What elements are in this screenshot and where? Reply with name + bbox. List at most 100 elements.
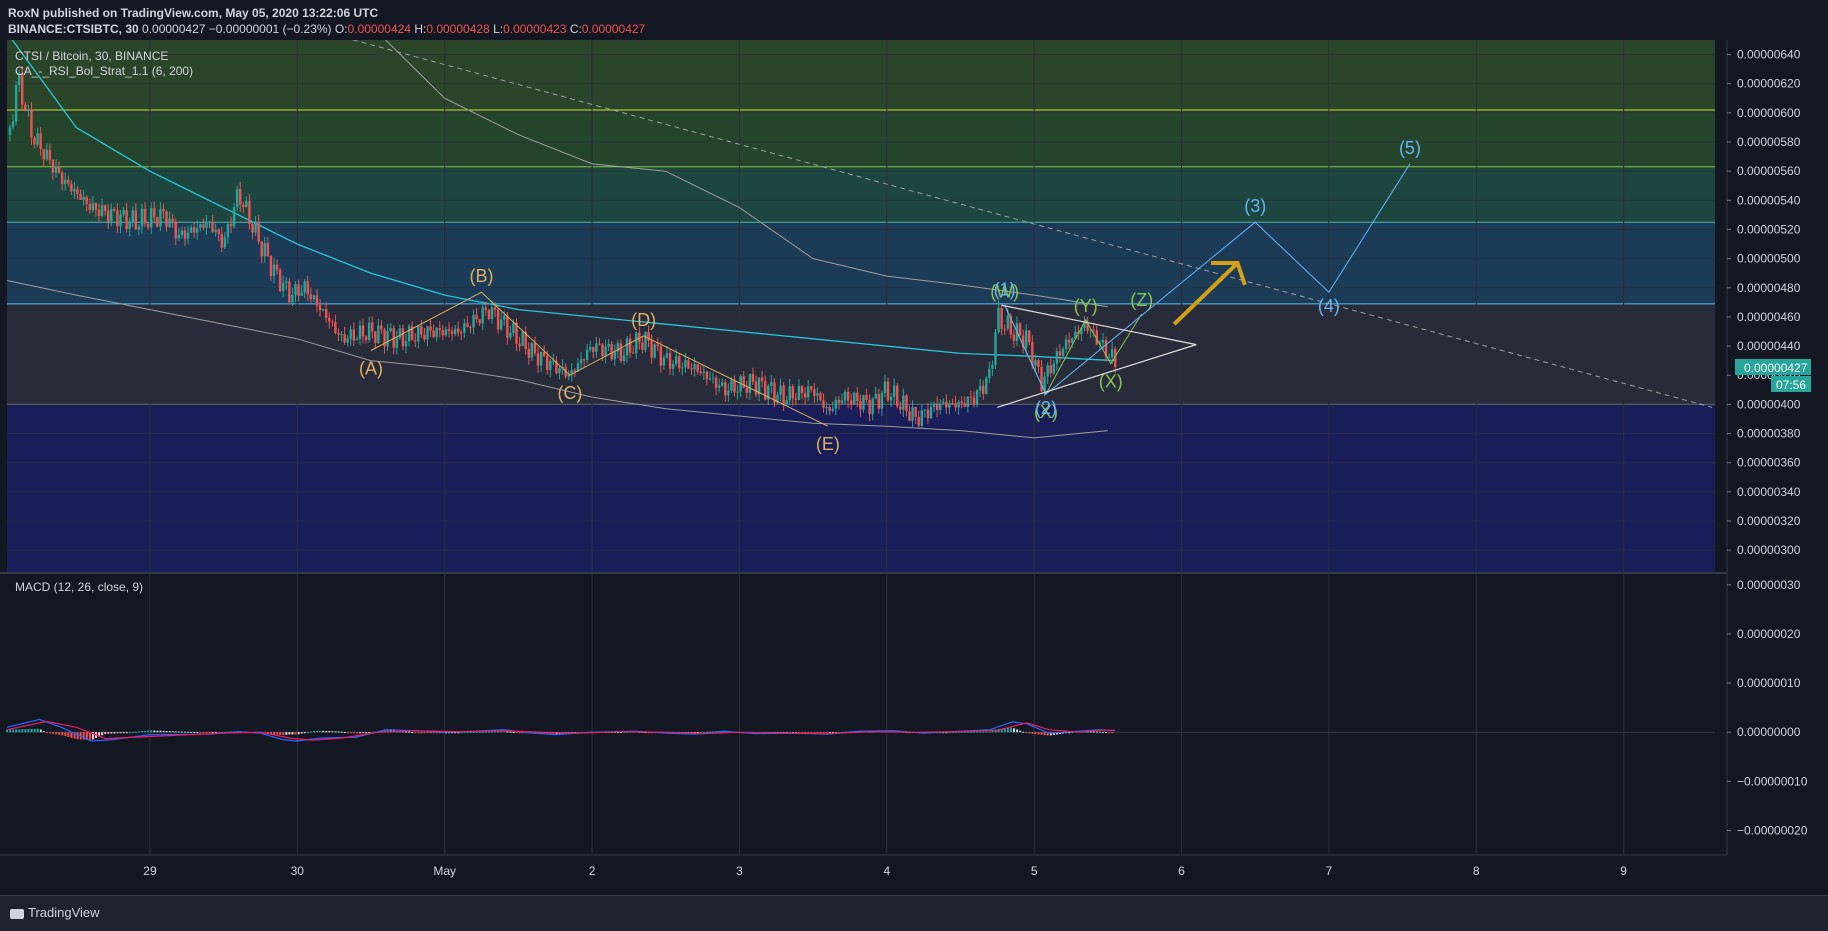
- macd-histogram-bar: [162, 730, 165, 733]
- macd-legend[interactable]: MACD (12, 26, close, 9): [15, 580, 143, 594]
- macd-histogram-bar: [365, 732, 368, 734]
- macd-histogram-bar: [825, 732, 828, 734]
- candle-body: [414, 340, 417, 342]
- candle-body: [453, 328, 457, 334]
- candle-body: [352, 329, 356, 341]
- macd-histogram-bar: [165, 730, 168, 733]
- macd-histogram-bar: [497, 731, 500, 733]
- candle-body: [598, 343, 601, 345]
- candle-body: [733, 380, 736, 393]
- macd-histogram-bar: [174, 731, 177, 733]
- macd-histogram-bar: [1006, 727, 1009, 733]
- time-tick-label: 29: [143, 864, 157, 878]
- candle-body: [134, 210, 138, 230]
- candle-body: [122, 209, 125, 215]
- candle-body: [110, 208, 113, 222]
- candle-body: [1101, 340, 1105, 343]
- candle-body: [281, 282, 285, 292]
- candle-body: [905, 395, 908, 412]
- candle-body: [518, 343, 521, 346]
- candle-body: [36, 133, 39, 145]
- zone-band: [7, 222, 1715, 304]
- candle-body: [57, 166, 61, 173]
- macd-histogram-bar: [423, 732, 426, 734]
- candle-body: [788, 386, 791, 401]
- symbol-label[interactable]: BINANCE:CTSIBTC, 30: [8, 22, 139, 36]
- candle-body: [472, 314, 475, 328]
- macd-histogram-bar: [349, 732, 352, 734]
- candle-body: [331, 321, 334, 323]
- macd-histogram-bar: [472, 732, 475, 734]
- tradingview-logo[interactable]: TradingView: [10, 905, 100, 920]
- macd-histogram-bar: [18, 729, 21, 733]
- candle-body: [223, 237, 227, 248]
- candle-body: [972, 397, 976, 405]
- candle-body: [978, 385, 982, 391]
- candle-body: [644, 331, 647, 350]
- candle-body: [1058, 351, 1062, 356]
- macd-histogram-bar: [208, 732, 211, 734]
- macd-histogram-bar: [1025, 732, 1028, 734]
- indicator-legend[interactable]: CA_-_RSI_Bol_Strat_1.1 (6, 200): [15, 64, 193, 78]
- candle-body: [889, 396, 893, 401]
- candle-body: [926, 409, 930, 419]
- candle-body: [490, 307, 494, 320]
- candle-body: [463, 323, 466, 333]
- candle-body: [257, 221, 260, 242]
- macd-histogram-bar: [322, 730, 325, 733]
- macd-histogram-bar: [141, 731, 144, 733]
- macd-pane: [6, 718, 1715, 742]
- macd-histogram-bar: [1098, 731, 1101, 733]
- macd-histogram-bar: [356, 732, 358, 734]
- macd-histogram-bar: [328, 731, 331, 733]
- candle-body: [300, 292, 303, 296]
- candle-body: [641, 342, 644, 350]
- candle-body: [840, 400, 844, 403]
- candle-body: [527, 348, 531, 358]
- candle-body: [892, 385, 896, 397]
- candle-body: [196, 227, 199, 233]
- chart-canvas[interactable]: (A)(B)(C)(D)(E)(W)(X)(Y)(X)(Z)(1)(2)(3)(…: [0, 40, 1828, 895]
- macd-histogram-bar: [491, 731, 494, 733]
- candle-body: [1071, 338, 1074, 343]
- chart-legend-title[interactable]: CTSI / Bitcoin, 30, BINANCE: [15, 49, 168, 63]
- macd-histogram-bar: [101, 732, 104, 736]
- candle-body: [806, 386, 810, 398]
- candle-body: [103, 205, 107, 211]
- candle-body: [754, 381, 758, 395]
- macd-histogram-bar: [273, 732, 276, 735]
- candle-body: [794, 398, 798, 400]
- macd-histogram-bar: [500, 731, 503, 733]
- macd-tick-label: 0.00000020: [1737, 627, 1801, 641]
- wxy-wave-label: (Z): [1130, 290, 1153, 310]
- price-tick-label: 0.00000640: [1737, 48, 1801, 62]
- candle-body: [558, 368, 561, 374]
- candle-body: [349, 329, 352, 339]
- macd-histogram-bar: [21, 729, 24, 733]
- candle-body: [969, 396, 973, 398]
- macd-histogram-bar: [297, 732, 300, 735]
- macd-histogram-bar: [1028, 732, 1031, 734]
- macd-histogram-bar: [288, 732, 291, 735]
- macd-histogram-bar: [460, 732, 463, 734]
- open-value: 0.00000424: [347, 22, 411, 36]
- macd-histogram-bar: [12, 729, 15, 733]
- candle-body: [79, 193, 82, 200]
- macd-histogram-bar: [15, 729, 18, 733]
- candle-body: [1092, 329, 1095, 331]
- impulse-wave-label: (1): [994, 279, 1016, 299]
- candle-body: [963, 403, 966, 407]
- candle-body: [466, 323, 469, 328]
- candle-body: [988, 368, 991, 379]
- candle-body: [146, 223, 150, 228]
- candle-body: [306, 281, 309, 295]
- candle-body: [380, 325, 383, 330]
- time-tick-label: 6: [1178, 864, 1185, 878]
- macd-histogram-bar: [1031, 732, 1034, 734]
- candle-body: [509, 332, 512, 338]
- candle-body: [994, 332, 997, 365]
- macd-histogram-bar: [426, 732, 429, 734]
- candle-body: [294, 284, 297, 296]
- candle-body: [727, 390, 730, 396]
- macd-histogram-bar: [359, 732, 362, 734]
